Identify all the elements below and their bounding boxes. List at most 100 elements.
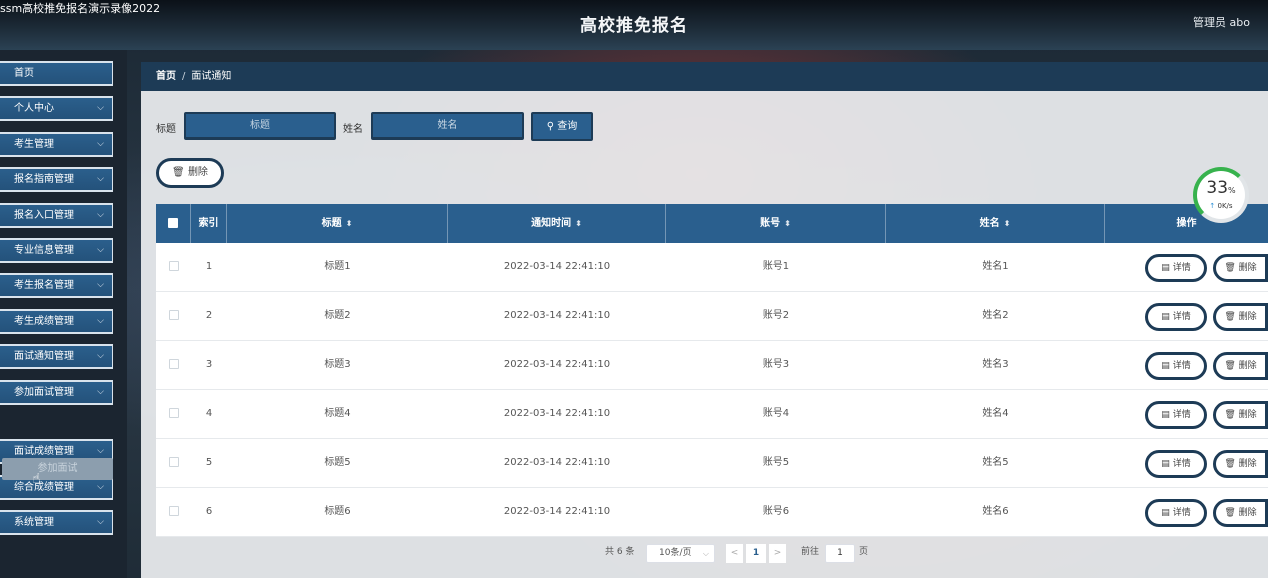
col-time[interactable]: 通知时间 ⬍ xyxy=(448,204,666,243)
chevron-down-icon: ⌵ xyxy=(97,139,104,149)
sidebar-item-interview-notice-mgmt[interactable]: 面试通知管理 ⌵ xyxy=(0,344,113,369)
sidebar-item-label: 参加面试管理 xyxy=(14,387,74,398)
col-index: 索引 xyxy=(191,204,227,243)
row-delete-button[interactable]: 🗑 删除 xyxy=(1213,303,1268,331)
sidebar-item-major-info-mgmt[interactable]: 专业信息管理 ⌵ xyxy=(0,238,113,263)
row-delete-button[interactable]: 🗑 删除 xyxy=(1213,499,1268,527)
row-checkbox[interactable] xyxy=(168,457,179,467)
row-delete-button[interactable]: 🗑 删除 xyxy=(1213,401,1268,429)
table-header: 索引 标题 ⬍ 通知时间 ⬍ 账号 ⬍ 姓名 ⬍ 操作 xyxy=(156,204,1268,243)
chevron-down-icon: ⌵ xyxy=(97,280,104,290)
goto-page-input[interactable]: 1 xyxy=(825,544,855,563)
detail-button[interactable]: ▤ 详情 xyxy=(1145,303,1207,331)
breadcrumb-current: 面试通知 xyxy=(191,71,232,82)
table-row: 1 标题1 2022-03-14 22:41:10 账号1 姓名1 ▤ 详情 🗑 删除 xyxy=(156,243,1268,292)
main-panel: 首页 / 面试通知 标题 标题 姓名 姓名 ⚲ 查询 🗑 删除 索引 标题 ⬍ 通知时… xyxy=(141,62,1268,578)
table-row: 3 标题3 2022-03-14 22:41:10 账号3 姓名3 ▤ 详情 🗑 删除 xyxy=(156,341,1268,390)
cell-name: 姓名3 xyxy=(982,359,1009,370)
chevron-down-icon: ⌵ xyxy=(97,210,104,220)
cell-time: 2022-03-14 22:41:10 xyxy=(503,408,611,419)
sidebar-item-label: 考生成绩管理 xyxy=(14,316,74,327)
sidebar-item-guide-mgmt[interactable]: 报名指南管理 ⌵ xyxy=(0,167,113,192)
sidebar-item-attend-interview-mgmt[interactable]: 参加面试管理 ⌵ xyxy=(0,380,113,405)
network-percent: 33% xyxy=(1206,178,1236,198)
cell-index: 2 xyxy=(205,310,213,321)
cell-index: 3 xyxy=(205,359,213,370)
cell-time: 2022-03-14 22:41:10 xyxy=(503,457,611,468)
admin-user[interactable]: 管理员 abo xyxy=(1193,14,1250,30)
cell-name: 姓名1 xyxy=(982,261,1009,272)
sidebar-item-candidate-score-mgmt[interactable]: 考生成绩管理 ⌵ xyxy=(0,309,113,334)
cell-index: 5 xyxy=(205,457,213,468)
sidebar-item-label: 系统管理 xyxy=(14,517,54,528)
sidebar-item-label: 面试通知管理 xyxy=(14,351,74,362)
sort-icon[interactable]: ⬍ xyxy=(1004,219,1011,228)
network-speed-badge[interactable]: 33% ↑ 0K/s xyxy=(1193,167,1249,223)
cell-account: 账号3 xyxy=(762,359,790,370)
document-icon: ▤ xyxy=(1161,263,1170,273)
sidebar-subitem-attend-interview[interactable]: 参加面试 xyxy=(2,458,113,480)
row-delete-label: 删除 xyxy=(1238,312,1257,322)
cell-title: 标题3 xyxy=(324,359,351,370)
detail-button-label: 详情 xyxy=(1172,459,1191,469)
query-button[interactable]: ⚲ 查询 xyxy=(531,112,593,141)
detail-button[interactable]: ▤ 详情 xyxy=(1145,254,1207,282)
col-account-label: 账号 xyxy=(760,218,781,229)
breadcrumb-home[interactable]: 首页 xyxy=(156,71,176,82)
detail-button[interactable]: ▤ 详情 xyxy=(1145,450,1207,478)
name-filter-label: 姓名 xyxy=(343,124,363,135)
breadcrumb: 首页 / 面试通知 xyxy=(141,62,1268,91)
chevron-down-icon: ⌵ xyxy=(97,351,104,361)
chevron-down-icon: ⌵ xyxy=(97,103,104,113)
cell-title: 标题6 xyxy=(324,506,351,517)
sidebar-item-personal-center[interactable]: 个人中心 ⌵ xyxy=(0,96,113,121)
sidebar-item-home[interactable]: 首页 xyxy=(0,61,113,86)
col-name[interactable]: 姓名 ⬍ xyxy=(886,204,1105,243)
row-select-cell xyxy=(156,439,191,487)
cell-name: 姓名5 xyxy=(982,457,1009,468)
trash-icon: 🗑 xyxy=(1224,361,1236,371)
chevron-down-icon: ⌵ xyxy=(97,174,104,184)
name-search-input[interactable]: 姓名 xyxy=(371,112,524,140)
prev-page-button[interactable]: < xyxy=(726,544,743,563)
sort-icon[interactable]: ⬍ xyxy=(575,219,582,228)
detail-button[interactable]: ▤ 详情 xyxy=(1145,499,1207,527)
row-checkbox[interactable] xyxy=(168,506,179,516)
col-time-label: 通知时间 xyxy=(531,218,572,229)
row-delete-label: 删除 xyxy=(1238,508,1257,518)
current-page[interactable]: 1 xyxy=(746,544,766,563)
sidebar-item-label: 报名指南管理 xyxy=(14,174,74,185)
batch-delete-button[interactable]: 🗑 删除 xyxy=(156,158,224,188)
trash-icon: 🗑 xyxy=(1224,263,1236,273)
sidebar-item-entry-mgmt[interactable]: 报名入口管理 ⌵ xyxy=(0,203,113,228)
title-search-input[interactable]: 标题 xyxy=(184,112,336,140)
sidebar-item-candidate-mgmt[interactable]: 考生管理 ⌵ xyxy=(0,132,113,157)
detail-button[interactable]: ▤ 详情 xyxy=(1145,401,1207,429)
cell-account: 账号1 xyxy=(762,261,790,272)
col-name-label: 姓名 xyxy=(979,218,1000,229)
row-checkbox[interactable] xyxy=(168,310,179,320)
row-checkbox[interactable] xyxy=(168,261,179,271)
next-page-button[interactable]: > xyxy=(769,544,786,563)
row-delete-button[interactable]: 🗑 删除 xyxy=(1213,450,1268,478)
sort-icon[interactable]: ⬍ xyxy=(346,219,353,228)
sort-icon[interactable]: ⬍ xyxy=(784,219,791,228)
col-actions-label: 操作 xyxy=(1176,218,1197,229)
col-title[interactable]: 标题 ⬍ xyxy=(227,204,448,243)
row-delete-button[interactable]: 🗑 删除 xyxy=(1213,254,1268,282)
col-account[interactable]: 账号 ⬍ xyxy=(666,204,886,243)
trash-icon: 🗑 xyxy=(1224,459,1236,469)
trash-icon: 🗑 xyxy=(1224,312,1236,322)
row-delete-button[interactable]: 🗑 删除 xyxy=(1213,352,1268,380)
page-size-select[interactable]: 10条/页 ⌵ xyxy=(646,544,715,563)
row-checkbox[interactable] xyxy=(168,359,179,369)
select-all-checkbox[interactable] xyxy=(168,218,178,228)
row-checkbox[interactable] xyxy=(168,408,179,418)
detail-button-label: 详情 xyxy=(1172,410,1191,420)
cell-account: 账号2 xyxy=(762,310,790,321)
detail-button[interactable]: ▤ 详情 xyxy=(1145,352,1207,380)
cell-time: 2022-03-14 22:41:10 xyxy=(503,506,611,517)
sidebar-item-system-mgmt[interactable]: 系统管理 ⌵ xyxy=(0,510,113,535)
table-row: 2 标题2 2022-03-14 22:41:10 账号2 姓名2 ▤ 详情 🗑 删除 xyxy=(156,292,1268,341)
sidebar-item-candidate-reg-mgmt[interactable]: 考生报名管理 ⌵ xyxy=(0,273,113,298)
